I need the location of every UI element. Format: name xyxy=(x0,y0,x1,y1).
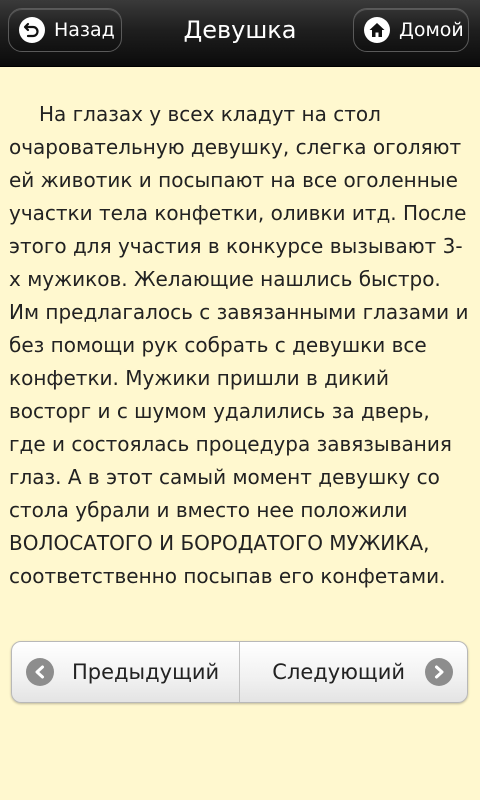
home-button[interactable]: Домой xyxy=(353,8,469,52)
chevron-left-icon xyxy=(26,658,54,686)
previous-button-label: Предыдущий xyxy=(72,660,220,684)
back-button-label: Назад xyxy=(54,19,115,41)
home-button-label: Домой xyxy=(399,19,464,41)
article-text: На глазах у всех кладут на стол очароват… xyxy=(9,102,469,588)
next-button-label: Следующий xyxy=(272,660,405,684)
chevron-right-icon xyxy=(425,658,453,686)
top-bar: Назад Девушка Домой xyxy=(0,0,480,67)
back-arrow-icon xyxy=(19,17,45,43)
next-button[interactable]: Следующий xyxy=(240,642,467,702)
back-button[interactable]: Назад xyxy=(8,8,122,52)
previous-button[interactable]: Предыдущий xyxy=(12,642,240,702)
home-icon xyxy=(364,17,390,43)
page-title: Девушка xyxy=(183,16,297,44)
pager: Предыдущий Следующий xyxy=(11,641,468,703)
